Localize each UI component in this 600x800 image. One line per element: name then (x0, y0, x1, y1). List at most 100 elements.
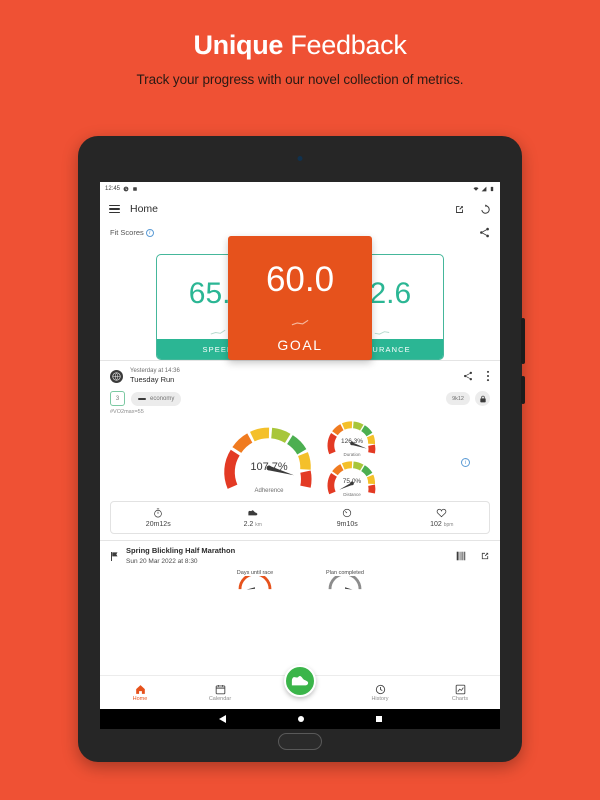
activity-actions (463, 370, 490, 382)
fit-scores-cards: 65.4 SPEED 42.6 ENDURANCE 60.0 GOAL (100, 236, 500, 360)
nav-item-home[interactable]: Home (100, 684, 180, 702)
gauge-adherence: 107.7% Adherence (221, 421, 317, 495)
nav-item-calendar[interactable]: Calendar (180, 684, 260, 702)
hamburger-menu-icon[interactable] (109, 204, 120, 214)
android-recents-icon[interactable] (375, 716, 382, 722)
shoe-icon (206, 507, 301, 519)
gauge-adherence-label: Adherence (254, 488, 284, 495)
lock-icon[interactable] (475, 391, 490, 407)
stat-heartrate-unit: bpm (443, 522, 454, 529)
gauge-duration: 126.3% Duration (325, 419, 379, 457)
nav-item-calendar-label: Calendar (208, 695, 232, 702)
score-card-goal-value: 60.0 (265, 260, 335, 299)
stat-duration: 20m12s (111, 507, 206, 528)
event-date: Sun 20 Mar 2022 at 8:30 (126, 557, 198, 565)
plan-completed: Plan completed (309, 570, 381, 596)
share-icon[interactable] (463, 371, 473, 381)
activity-title: Tuesday Run (130, 375, 175, 385)
device-volume-button (521, 376, 525, 404)
gauge-distance-label: Distance (343, 492, 361, 498)
history-icon (375, 684, 385, 694)
stat-heartrate-number: 102 (430, 521, 442, 529)
stat-duration-value: 20m12s (145, 521, 171, 529)
activity-tag-chip[interactable]: economy (131, 391, 182, 406)
globe-icon (110, 369, 123, 383)
event-title: Spring Blickling Half Marathon (126, 546, 236, 556)
nav-item-charts[interactable]: Charts (420, 684, 500, 702)
fit-scores-label: Fit Scores (110, 228, 144, 237)
refresh-icon[interactable] (480, 203, 491, 215)
stat-heartrate-value: 102 bpm (395, 521, 490, 528)
nav-item-history[interactable]: History (340, 684, 420, 702)
heart-icon (395, 507, 490, 519)
page-title-bold: Unique (193, 30, 284, 60)
plan-days-until-race-arc (238, 572, 272, 590)
running-shoe-icon (291, 676, 309, 686)
signal-icon (481, 186, 487, 192)
gauge-duration-value: 126.3% (340, 438, 364, 446)
nav-item-home-label: Home (132, 695, 148, 702)
status-bar: 12:45 (100, 182, 500, 196)
plan-days-until-race: Days until race (219, 570, 291, 596)
list-icon[interactable] (456, 551, 466, 561)
gauges-info-icon[interactable]: i (461, 458, 470, 468)
stat-distance-unit: km (255, 522, 262, 529)
page-title-light: Feedback (290, 30, 407, 60)
status-bar-left: 12:45 (105, 186, 138, 192)
activity-metric-chip[interactable]: 9k12 (446, 392, 470, 406)
stat-pace-value: 9m10s (336, 521, 358, 529)
activity-rating-chip[interactable]: 3 (110, 391, 125, 407)
activity-text: Yesterday at 14:36 Tuesday Run (130, 367, 180, 385)
calendar-icon (215, 684, 225, 694)
wifi-icon (473, 187, 479, 191)
front-camera-icon (297, 156, 303, 161)
home-icon (135, 684, 145, 694)
open-external-icon[interactable] (480, 551, 490, 561)
gauge-distance-value: 75.0% (342, 478, 362, 486)
stat-distance-value: 2.2 km (206, 521, 301, 528)
more-vertical-icon[interactable] (486, 370, 490, 382)
gauge-distance-arc (327, 461, 376, 495)
share-icon[interactable] (479, 227, 490, 238)
score-card-goal[interactable]: 60.0 GOAL (228, 236, 372, 360)
plan-completed-arc (328, 572, 362, 590)
tablet-device-frame: 12:45 Home Fit Scores i 65.4 SPEED 42.6 … (78, 136, 525, 762)
status-bar-right (473, 186, 495, 192)
gauge-small-column: 126.3% Duration 75.0% Distance (325, 419, 379, 497)
app-bar-title: Home (130, 203, 159, 215)
score-card-goal-label: GOAL (277, 337, 323, 353)
gauge-distance: 75.0% Distance (325, 459, 379, 497)
stat-heartrate: 102 bpm (395, 507, 490, 528)
alarm-icon (133, 187, 137, 191)
stopwatch-icon (111, 507, 206, 519)
event-text: Spring Blickling Half Marathon Sun 20 Ma… (126, 546, 235, 566)
dash-icon (138, 397, 146, 400)
open-external-icon[interactable] (454, 204, 465, 215)
app-bar-actions (454, 203, 491, 215)
gauge-adherence-value: 107.7% (250, 461, 288, 474)
activity-gauges: 107.7% Adherence 126.3% Duration 75.0% D… (100, 415, 500, 501)
page-title: Unique Feedback (0, 30, 600, 61)
page-subtitle: Track your progress with our novel colle… (136, 72, 464, 87)
event-card[interactable]: Spring Blickling Half Marathon Sun 20 Ma… (100, 540, 500, 569)
promo-header: Unique Feedback Track your progress with… (0, 0, 600, 87)
add-activity-fab[interactable] (284, 665, 316, 697)
info-icon[interactable]: i (145, 228, 154, 237)
activity-stats: 20m12s 2.2 km 9m10s 102 bpm (110, 501, 490, 535)
android-home-icon[interactable] (297, 716, 304, 722)
charts-icon (455, 684, 465, 694)
device-power-button (521, 318, 525, 364)
android-navigation-bar (100, 709, 500, 729)
device-home-button[interactable] (278, 733, 322, 750)
activity-timestamp: Yesterday at 14:36 (130, 368, 180, 374)
activity-header: Yesterday at 14:36 Tuesday Run (100, 361, 500, 389)
event-plan-gauges: Days until race Plan completed (100, 569, 500, 596)
activity-chips-right: 9k12 (446, 391, 490, 407)
stat-distance-number: 2.2 (243, 521, 254, 529)
app-bar: Home (100, 196, 500, 222)
activity-hashtag: #VO2max=55 (110, 409, 144, 416)
bottom-navigation: Home Calendar History Charts (100, 665, 500, 709)
event-actions (456, 551, 490, 561)
activity-chips: 3 economy 9k12 (100, 389, 500, 407)
android-back-icon[interactable] (218, 715, 226, 723)
